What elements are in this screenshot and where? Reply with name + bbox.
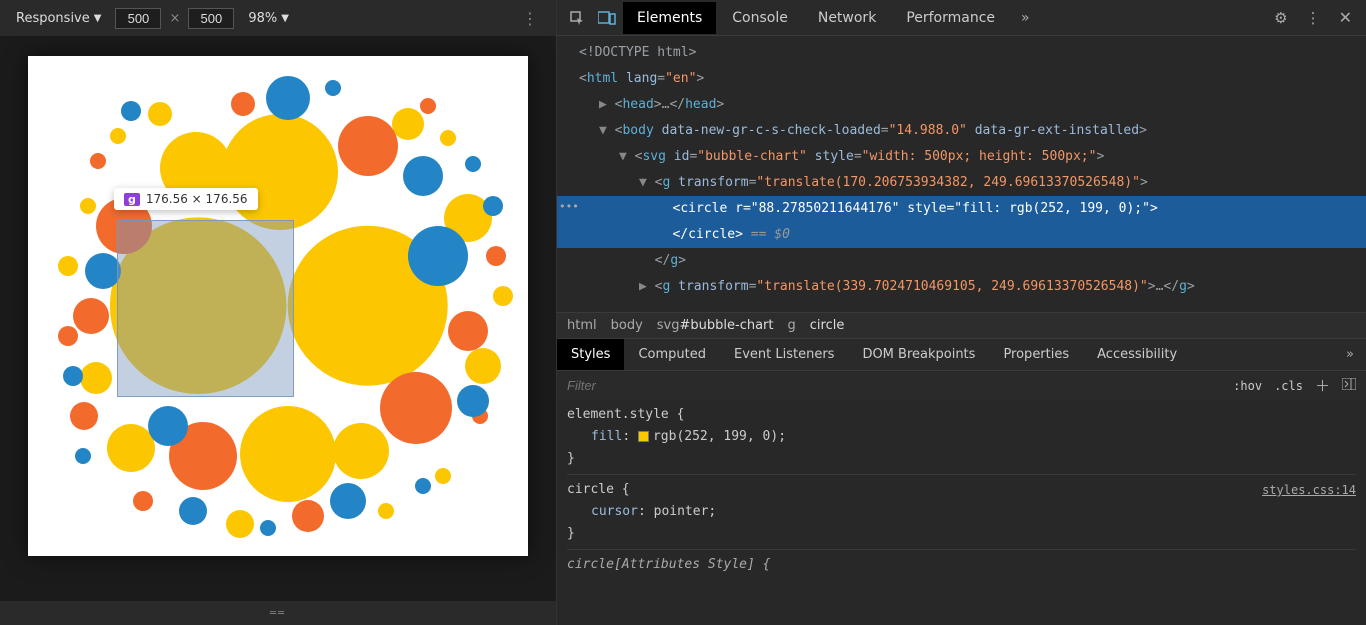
devtools-tab-bar: Elements Console Network Performance » ⚙… — [557, 0, 1366, 36]
kebab-icon[interactable]: ⋮ — [1298, 5, 1329, 31]
style-selector: circle { — [567, 479, 1356, 501]
dimension-separator: × — [169, 11, 180, 26]
style-rule-element[interactable]: element.style { fill: rgb(252, 199, 0); … — [567, 404, 1356, 475]
crumb-circle[interactable]: circle — [810, 318, 845, 333]
styles-pane[interactable]: element.style { fill: rgb(252, 199, 0); … — [557, 400, 1366, 625]
viewport-pane: Responsive ▼ × 98% ▼ ⋮ g176.56 × 176.56 … — [0, 0, 557, 625]
tab-performance[interactable]: Performance — [892, 2, 1009, 34]
inspect-dims: 176.56 × 176.56 — [146, 192, 248, 206]
tab-computed[interactable]: Computed — [624, 339, 720, 370]
style-close-brace: } — [567, 448, 1356, 470]
tab-properties[interactable]: Properties — [989, 339, 1083, 370]
style-selector: circle[Attributes Style] { — [567, 554, 1356, 576]
dom-g-sibling[interactable]: ▶ <g transform="translate(339.7024710469… — [557, 274, 1366, 300]
style-rule-circle[interactable]: styles.css:14 circle { cursor: pointer; … — [567, 479, 1356, 550]
style-property[interactable]: cursor: pointer; — [567, 501, 1356, 523]
preview-frame[interactable]: g 176.56 × 176.56 — [28, 56, 528, 556]
dom-circle-close[interactable]: </circle> == $0 — [557, 222, 1366, 248]
tab-network[interactable]: Network — [804, 2, 890, 34]
zoom-dropdown[interactable]: 98% ▼ — [242, 9, 295, 28]
style-close-brace: } — [567, 523, 1356, 545]
new-style-rule-icon[interactable]: ＋ — [1315, 375, 1330, 396]
more-tabs-icon[interactable]: » — [1011, 4, 1040, 32]
dom-head-tag[interactable]: ▶ <head>…</head> — [557, 92, 1366, 118]
drawer-resize-handle[interactable]: ══ — [0, 601, 556, 625]
styles-filter-bar: :hov .cls ＋ — [557, 370, 1366, 400]
chevron-down-icon: ▼ — [281, 13, 289, 24]
crumb-g[interactable]: g — [787, 318, 795, 333]
tab-styles[interactable]: Styles — [557, 339, 624, 370]
style-rule-attrs[interactable]: circle[Attributes Style] { — [567, 554, 1356, 580]
dom-doctype: <!DOCTYPE html> — [579, 45, 696, 60]
crumb-svg[interactable]: svg#bubble-chart — [657, 318, 774, 333]
height-input[interactable] — [188, 8, 234, 29]
breadcrumb[interactable]: html body svg#bubble-chart g circle — [557, 312, 1366, 338]
tab-dom-breakpoints[interactable]: DOM Breakpoints — [848, 339, 989, 370]
styles-tab-bar: Styles Computed Event Listeners DOM Brea… — [557, 338, 1366, 370]
color-swatch[interactable] — [638, 431, 649, 442]
hov-toggle[interactable]: :hov — [1233, 379, 1262, 393]
crumb-html[interactable]: html — [567, 318, 597, 333]
bubble-chart[interactable] — [28, 56, 528, 556]
zoom-label: 98% — [248, 11, 277, 26]
computed-panel-icon[interactable] — [1342, 378, 1356, 394]
element-badge: g — [124, 193, 140, 206]
device-mode-dropdown[interactable]: Responsive ▼ — [10, 9, 107, 28]
dom-circle-selected[interactable]: ••• <circle r="88.27850211644176" style=… — [557, 196, 1366, 222]
more-options-icon[interactable]: ⋮ — [514, 5, 546, 32]
close-icon[interactable]: ✕ — [1331, 4, 1360, 31]
gear-icon[interactable]: ⚙ — [1266, 5, 1295, 31]
dom-g-tag[interactable]: ▼ <g transform="translate(170.2067539343… — [557, 170, 1366, 196]
device-toggle-icon[interactable] — [593, 4, 621, 32]
dom-tree[interactable]: <!DOCTYPE html> <html lang="en"> ▶ <head… — [557, 36, 1366, 312]
dom-body-tag[interactable]: ▼ <body data-new-gr-c-s-check-loaded="14… — [557, 118, 1366, 144]
chevron-down-icon: ▼ — [94, 13, 102, 24]
device-mode-label: Responsive — [16, 11, 90, 26]
style-selector: element.style { — [567, 404, 1356, 426]
crumb-body[interactable]: body — [611, 318, 643, 333]
dom-svg-tag[interactable]: ▼ <svg id="bubble-chart" style="width: 5… — [557, 144, 1366, 170]
device-toolbar: Responsive ▼ × 98% ▼ ⋮ — [0, 0, 556, 36]
width-input[interactable] — [115, 8, 161, 29]
style-property[interactable]: fill: rgb(252, 199, 0); — [567, 426, 1356, 448]
tab-elements[interactable]: Elements — [623, 2, 716, 34]
canvas-area: g 176.56 × 176.56 — [0, 36, 556, 601]
styles-filter-input[interactable] — [567, 378, 1221, 393]
inspect-tooltip: g 176.56 × 176.56 — [114, 188, 258, 210]
cls-toggle[interactable]: .cls — [1274, 379, 1303, 393]
inspect-icon[interactable] — [563, 4, 591, 32]
style-source-link[interactable]: styles.css:14 — [1262, 479, 1356, 501]
devtools-pane: Elements Console Network Performance » ⚙… — [557, 0, 1366, 625]
tab-console[interactable]: Console — [718, 2, 802, 34]
dom-html-tag[interactable]: <html lang="en"> — [557, 66, 1366, 92]
dom-g-close[interactable]: </g> — [557, 248, 1366, 274]
tab-event-listeners[interactable]: Event Listeners — [720, 339, 848, 370]
more-styles-tabs-icon[interactable]: » — [1334, 341, 1366, 368]
tab-accessibility[interactable]: Accessibility — [1083, 339, 1191, 370]
